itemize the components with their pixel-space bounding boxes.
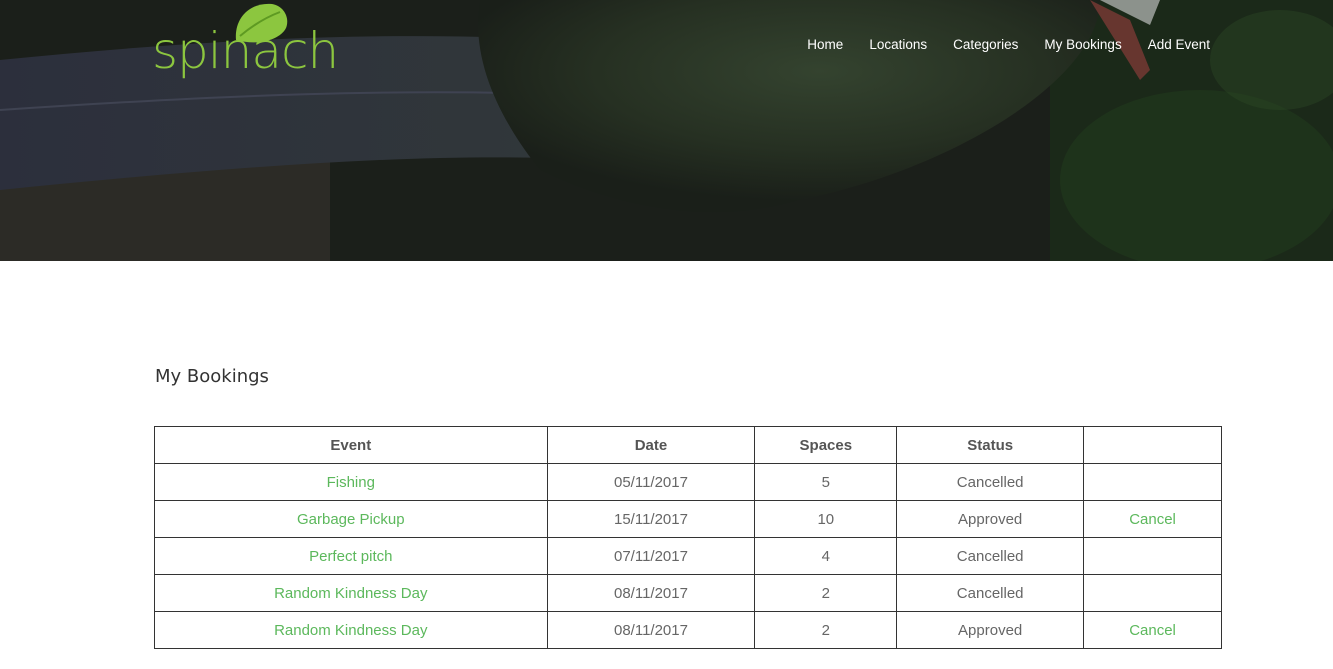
event-link[interactable]: Perfect pitch xyxy=(309,548,392,565)
event-link[interactable]: Random Kindness Day xyxy=(274,622,427,639)
cancel-link[interactable]: Cancel xyxy=(1129,622,1176,639)
column-header-action xyxy=(1083,426,1222,464)
booking-status: Cancelled xyxy=(896,574,1085,612)
nav-my-bookings[interactable]: My Bookings xyxy=(1031,37,1134,52)
event-link[interactable]: Garbage Pickup xyxy=(297,511,405,528)
booking-date: 08/11/2017 xyxy=(546,574,756,612)
bookings-table: Event Date Spaces Status Fishing 05/11/2… xyxy=(154,426,1222,649)
booking-status: Approved xyxy=(896,611,1085,649)
booking-status: Approved xyxy=(896,500,1085,538)
booking-spaces: 4 xyxy=(754,537,898,575)
nav-add-event[interactable]: Add Event xyxy=(1135,37,1223,52)
event-link[interactable]: Fishing xyxy=(327,474,375,491)
brand-name: spinach xyxy=(152,22,339,80)
nav-home[interactable]: Home xyxy=(794,37,856,52)
nav-locations[interactable]: Locations xyxy=(856,37,940,52)
booking-spaces: 10 xyxy=(754,500,898,538)
spinach-logo[interactable]: spinach xyxy=(150,0,340,100)
event-link[interactable]: Random Kindness Day xyxy=(274,585,427,602)
column-header-event: Event xyxy=(154,426,548,464)
booking-date: 08/11/2017 xyxy=(546,611,756,649)
table-row: Random Kindness Day 08/11/2017 2 Cancell… xyxy=(154,574,1222,612)
nav-categories[interactable]: Categories xyxy=(940,37,1031,52)
booking-status: Cancelled xyxy=(896,463,1085,501)
table-row: Fishing 05/11/2017 5 Cancelled xyxy=(154,463,1222,501)
hero-header: spinach Home Locations Categories My Boo… xyxy=(0,0,1333,261)
cancel-link[interactable]: Cancel xyxy=(1129,511,1176,528)
booking-spaces: 5 xyxy=(754,463,898,501)
column-header-spaces: Spaces xyxy=(754,426,898,464)
booking-spaces: 2 xyxy=(754,574,898,612)
column-header-status: Status xyxy=(896,426,1085,464)
table-row: Perfect pitch 07/11/2017 4 Cancelled xyxy=(154,537,1222,575)
booking-spaces: 2 xyxy=(754,611,898,649)
table-header-row: Event Date Spaces Status xyxy=(154,426,1222,464)
booking-date: 05/11/2017 xyxy=(546,463,756,501)
booking-date: 15/11/2017 xyxy=(546,500,756,538)
table-row: Random Kindness Day 08/11/2017 2 Approve… xyxy=(154,611,1222,649)
booking-status: Cancelled xyxy=(896,537,1085,575)
column-header-date: Date xyxy=(546,426,756,464)
page-title: My Bookings xyxy=(155,366,269,387)
booking-date: 07/11/2017 xyxy=(546,537,756,575)
table-row: Garbage Pickup 15/11/2017 10 Approved Ca… xyxy=(154,500,1222,538)
main-nav: Home Locations Categories My Bookings Ad… xyxy=(794,37,1223,52)
